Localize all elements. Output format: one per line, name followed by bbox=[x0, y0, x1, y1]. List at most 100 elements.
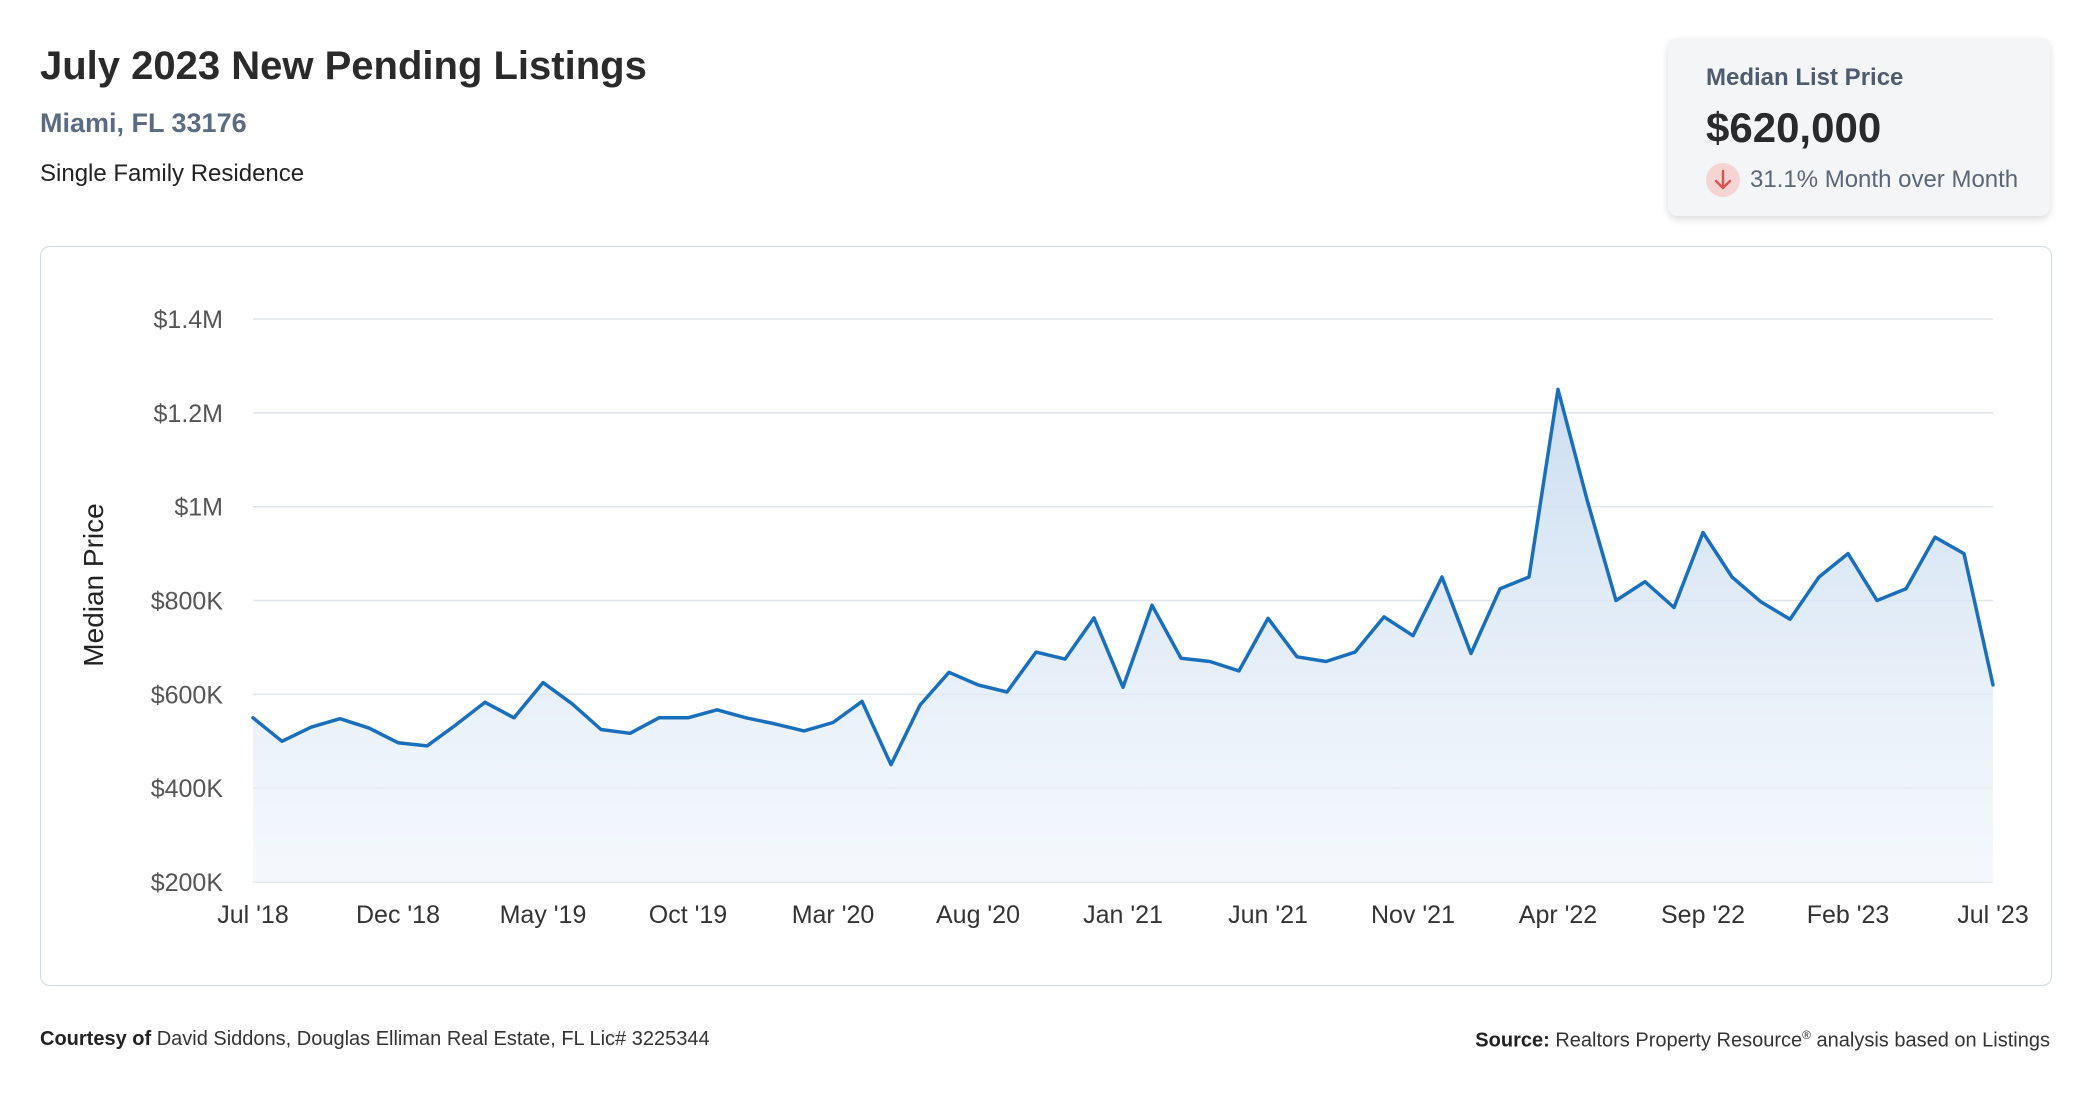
source-label: Source: bbox=[1475, 1029, 1550, 1052]
x-tick-label: Feb '23 bbox=[1807, 901, 1890, 929]
page-title: July 2023 New Pending Listings bbox=[40, 44, 647, 88]
data-point bbox=[1671, 605, 1677, 611]
data-point bbox=[1787, 616, 1793, 622]
data-point bbox=[1932, 534, 1938, 540]
data-point bbox=[743, 715, 749, 721]
data-point bbox=[1700, 529, 1706, 535]
x-tick-label: Apr '22 bbox=[1519, 901, 1597, 929]
median-price-chart: $1.4M $1.2M $1M $800K $600K $400K $200K Jul '1… bbox=[78, 306, 2029, 929]
chart-panel: $1.4M $1.2M $1M $800K $600K $400K $200K Jul '1… bbox=[40, 246, 2052, 986]
data-point bbox=[1816, 574, 1822, 580]
data-point bbox=[801, 728, 807, 734]
data-point bbox=[946, 669, 952, 675]
footer-source: Source: Realtors Property Resource® anal… bbox=[1475, 1028, 2050, 1053]
y-axis-label: Median Price bbox=[78, 503, 109, 666]
data-point bbox=[482, 699, 488, 705]
data-point bbox=[627, 730, 633, 736]
x-tick-label: Jan '21 bbox=[1083, 901, 1163, 929]
data-point bbox=[1845, 551, 1851, 557]
y-tick-label: $1M bbox=[174, 494, 223, 522]
data-point bbox=[1439, 574, 1445, 580]
footer-courtesy: Courtesy of David Siddons, Douglas Ellim… bbox=[40, 1028, 710, 1051]
y-tick-label: $1.4M bbox=[154, 306, 223, 334]
data-point bbox=[1468, 651, 1474, 657]
stat-label: Median List Price bbox=[1706, 64, 1904, 91]
data-point bbox=[888, 762, 894, 768]
data-point bbox=[1410, 633, 1416, 639]
series-area bbox=[253, 389, 1993, 882]
data-point bbox=[685, 715, 691, 721]
data-point bbox=[830, 719, 836, 725]
data-point bbox=[1874, 598, 1880, 604]
data-point bbox=[1120, 684, 1126, 690]
stat-change: 31.1% Month over Month bbox=[1706, 162, 2018, 198]
y-tick-label: $800K bbox=[151, 588, 224, 616]
arrow-down-icon bbox=[1706, 163, 1740, 197]
source-text-1: Realtors Property Resource bbox=[1555, 1029, 1803, 1052]
data-point bbox=[917, 702, 923, 708]
data-point bbox=[1497, 586, 1503, 592]
data-point bbox=[859, 698, 865, 704]
x-tick-label: Mar '20 bbox=[792, 901, 875, 929]
data-point bbox=[1265, 615, 1271, 621]
location-subtitle: Miami, FL 33176 bbox=[40, 108, 247, 138]
x-tick-label: Aug '20 bbox=[936, 901, 1020, 929]
data-point bbox=[1091, 615, 1097, 621]
x-tick-label: Jul '23 bbox=[1957, 901, 2028, 929]
data-point bbox=[772, 721, 778, 727]
x-tick-label: Jul '18 bbox=[217, 901, 288, 929]
stat-change-text: 31.1% Month over Month bbox=[1750, 166, 2019, 193]
x-tick-label: Sep '22 bbox=[1661, 901, 1745, 929]
data-point bbox=[975, 682, 981, 688]
data-point bbox=[308, 724, 314, 730]
y-tick-label: $600K bbox=[151, 681, 224, 709]
courtesy-label: Courtesy of bbox=[40, 1028, 152, 1050]
data-point bbox=[540, 680, 546, 686]
courtesy-text: David Siddons, Douglas Elliman Real Esta… bbox=[156, 1028, 710, 1050]
median-list-price-card: Median List Price $620,000 31.1% Month o… bbox=[1668, 38, 2050, 216]
y-tick-label: $200K bbox=[151, 869, 224, 897]
data-point bbox=[1642, 579, 1648, 585]
data-point bbox=[598, 727, 604, 733]
x-tick-label: Jun '21 bbox=[1228, 901, 1308, 929]
stat-value: $620,000 bbox=[1706, 104, 1882, 151]
data-point bbox=[366, 725, 372, 731]
data-point bbox=[395, 740, 401, 746]
data-point bbox=[1990, 682, 1996, 688]
data-point bbox=[1729, 574, 1735, 580]
x-tick-label: Oct '19 bbox=[649, 901, 727, 929]
data-point bbox=[250, 715, 256, 721]
data-point bbox=[337, 716, 343, 722]
data-point bbox=[1323, 658, 1329, 664]
data-point bbox=[424, 743, 430, 749]
y-tick-label: $1.2M bbox=[154, 400, 223, 428]
data-point bbox=[656, 715, 662, 721]
x-tick-label: Nov '21 bbox=[1371, 901, 1455, 929]
data-point bbox=[1294, 654, 1300, 660]
data-point bbox=[279, 738, 285, 744]
data-point bbox=[1004, 689, 1010, 695]
data-point bbox=[1149, 602, 1155, 608]
data-point bbox=[1062, 656, 1068, 662]
data-point bbox=[1352, 649, 1358, 655]
source-text-2: analysis based on Listings bbox=[1816, 1029, 2050, 1052]
data-point bbox=[1526, 574, 1532, 580]
data-point bbox=[453, 722, 459, 728]
data-point bbox=[1207, 658, 1213, 664]
data-point bbox=[1381, 614, 1387, 620]
data-point bbox=[511, 715, 517, 721]
data-point bbox=[1236, 668, 1242, 674]
y-tick-label: $400K bbox=[151, 775, 224, 803]
data-point bbox=[1178, 655, 1184, 661]
property-type-label: Single Family Residence bbox=[40, 160, 305, 187]
registered-mark: ® bbox=[1802, 1028, 1811, 1042]
data-point bbox=[1033, 649, 1039, 655]
data-point bbox=[1584, 497, 1590, 503]
data-point bbox=[1961, 551, 1967, 557]
x-tick-label: May '19 bbox=[500, 901, 587, 929]
data-point bbox=[1758, 599, 1764, 605]
data-point bbox=[714, 707, 720, 713]
data-point bbox=[1555, 386, 1561, 392]
x-tick-label: Dec '18 bbox=[356, 901, 440, 929]
data-point bbox=[1613, 598, 1619, 604]
